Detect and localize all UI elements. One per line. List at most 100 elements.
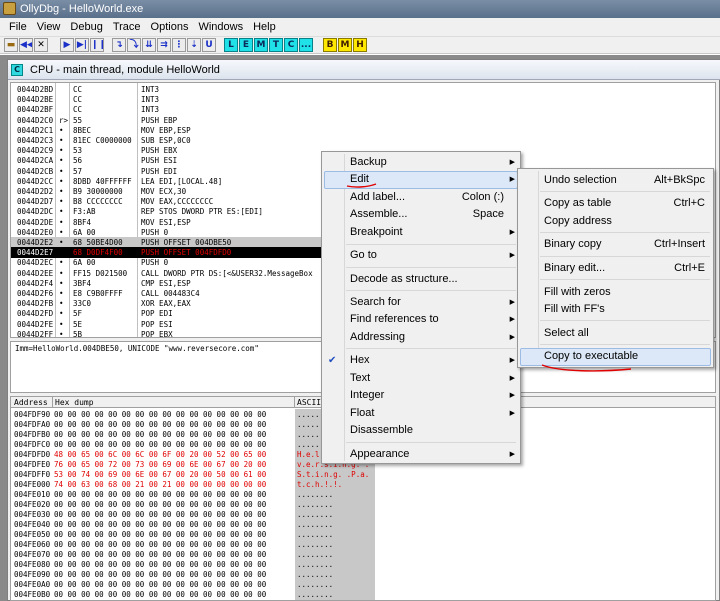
- menu-debug[interactable]: Debug: [65, 18, 107, 37]
- context-menu-item-disassemble[interactable]: Disassemble: [322, 422, 520, 439]
- close-icon[interactable]: ✕: [34, 38, 48, 52]
- run-icon[interactable]: ▶: [60, 38, 74, 52]
- edit-submenu-item-fill-with-zeros[interactable]: Fill with zeros: [518, 284, 713, 301]
- edit-submenu-item-fill-with-ff-s[interactable]: Fill with FF's: [518, 301, 713, 318]
- patches-window-button[interactable]: ...: [299, 38, 313, 52]
- step-over-icon[interactable]: ⤵: [127, 38, 141, 52]
- dump-row[interactable]: 004FE020 00 00 00 00 00 00 00 00 00 00 00…: [11, 500, 715, 510]
- dump-hex-cell: 74 00 63 00 68 00 21 00 21 00 00 00 00 0…: [54, 480, 267, 489]
- dump-row[interactable]: 004FE080 00 00 00 00 00 00 00 00 00 00 00…: [11, 560, 715, 570]
- edit-submenu-item-binary-copy[interactable]: Binary copy Ctrl+Insert: [518, 236, 713, 253]
- trace-over-icon[interactable]: ⇣: [187, 38, 201, 52]
- context-menu-item-decode-as-structure[interactable]: Decode as structure...: [322, 271, 520, 288]
- execute-till-return-icon[interactable]: U: [202, 38, 216, 52]
- hardware-breakpoints-button[interactable]: H: [353, 38, 367, 52]
- dump-row[interactable]: 004FE040 00 00 00 00 00 00 00 00 00 00 00…: [11, 520, 715, 530]
- edit-submenu-item-binary-edit[interactable]: Binary edit... Ctrl+E: [518, 260, 713, 277]
- step-into-icon[interactable]: ↴: [112, 38, 126, 52]
- context-menu-item-integer[interactable]: Integer ▶: [322, 387, 520, 404]
- rewind-icon[interactable]: ◀◀: [19, 38, 33, 52]
- menu-item-label: Hex: [350, 354, 370, 366]
- hex-cell: 5B: [73, 329, 83, 338]
- cpu-window-icon: C: [11, 64, 23, 76]
- open-file-icon[interactable]: ▬: [4, 38, 18, 52]
- context-menu-item-breakpoint[interactable]: Breakpoint ▶: [322, 224, 520, 241]
- animate-over-icon[interactable]: ⇉: [157, 38, 171, 52]
- context-menu-item-float[interactable]: Float ▶: [322, 405, 520, 422]
- edit-submenu-item-copy-to-executable[interactable]: Copy to executable: [518, 348, 713, 365]
- menu-item-label: Appearance: [350, 448, 410, 460]
- menu-item-label: Edit: [350, 173, 369, 185]
- context-menu-item-assemble[interactable]: Assemble... Space: [322, 206, 520, 223]
- dump-row[interactable]: 004FE0B0 00 00 00 00 00 00 00 00 00 00 00…: [11, 590, 715, 600]
- context-menu-item-go-to[interactable]: Go to ▶: [322, 247, 520, 264]
- submenu-arrow-icon: ▶: [509, 334, 515, 341]
- dump-hex-cell: 00 00 00 00 00 00 00 00 00 00 00 00 00 0…: [54, 590, 267, 599]
- dump-row[interactable]: 004FE030 00 00 00 00 00 00 00 00 00 00 00…: [11, 510, 715, 520]
- menu-item-label: Copy address: [544, 215, 612, 227]
- dump-address-cell: 004FE040: [14, 520, 51, 529]
- dump-row[interactable]: 004FDFF0 53 00 74 00 69 00 6E 00 67 00 20…: [11, 470, 715, 480]
- dump-ascii-cell: ........: [297, 540, 334, 549]
- title-bar: OllyDbg - HelloWorld.exe: [0, 0, 720, 18]
- dump-row[interactable]: 004FE050 00 00 00 00 00 00 00 00 00 00 00…: [11, 530, 715, 540]
- edit-submenu-item-select-all[interactable]: Select all: [518, 325, 713, 342]
- context-menu-item-search-for[interactable]: Search for ▶: [322, 294, 520, 311]
- dump-hex-cell: 00 00 00 00 00 00 00 00 00 00 00 00 00 0…: [54, 440, 267, 449]
- dump-ascii-cell: ........: [297, 550, 334, 559]
- edit-submenu-item-copy-as-table[interactable]: Copy as table Ctrl+C: [518, 195, 713, 212]
- context-menu-item-appearance[interactable]: Appearance ▶: [322, 446, 520, 463]
- dump-hex-cell: 00 00 00 00 00 00 00 00 00 00 00 00 00 0…: [54, 420, 267, 429]
- ascii-column-header[interactable]: ASCII: [297, 397, 321, 408]
- dump-hex-cell: 00 00 00 00 00 00 00 00 00 00 00 00 00 0…: [54, 520, 267, 529]
- context-menu-item-hex[interactable]: ✔ Hex ▶: [322, 352, 520, 369]
- cpu-window-button[interactable]: C: [284, 38, 298, 52]
- dump-address-cell: 004FE010: [14, 490, 51, 499]
- dump-hex-cell: 00 00 00 00 00 00 00 00 00 00 00 00 00 0…: [54, 550, 267, 559]
- run-thread-icon[interactable]: ▶|: [75, 38, 89, 52]
- context-menu-item-addressing[interactable]: Addressing ▶: [322, 329, 520, 346]
- hex-column-header[interactable]: Hex dump: [55, 397, 94, 408]
- context-menu-item-edit[interactable]: Edit ▶: [322, 171, 520, 188]
- dump-address-cell: 004FE030: [14, 510, 51, 519]
- dump-ascii-cell: ........: [297, 520, 334, 529]
- edit-submenu-item-copy-address[interactable]: Copy address: [518, 213, 713, 230]
- memory-window-button[interactable]: M: [254, 38, 268, 52]
- menu-view[interactable]: View: [32, 18, 66, 37]
- modules-window-button[interactable]: E: [239, 38, 253, 52]
- dump-row[interactable]: 004FE0A0 00 00 00 00 00 00 00 00 00 00 00…: [11, 580, 715, 590]
- pause-icon[interactable]: ❙❙: [90, 38, 104, 52]
- dump-address-cell: 004FDFE0: [14, 460, 51, 469]
- menu-help[interactable]: Help: [248, 18, 281, 37]
- menu-item-label: Copy to executable: [544, 350, 639, 362]
- dump-row[interactable]: 004FE070 00 00 00 00 00 00 00 00 00 00 00…: [11, 550, 715, 560]
- dump-ascii-cell: ........: [297, 490, 334, 499]
- dump-row[interactable]: 004FE060 00 00 00 00 00 00 00 00 00 00 00…: [11, 540, 715, 550]
- context-menu-item-backup[interactable]: Backup ▶: [322, 154, 520, 171]
- context-menu-item-find-references-to[interactable]: Find references to ▶: [322, 311, 520, 328]
- menu-file[interactable]: File: [4, 18, 32, 37]
- dump-address-cell: 004FE080: [14, 560, 51, 569]
- submenu-arrow-icon: ▶: [509, 316, 515, 323]
- threads-window-button[interactable]: T: [269, 38, 283, 52]
- menu-windows[interactable]: Windows: [193, 18, 248, 37]
- dump-row[interactable]: 004FE000 74 00 63 00 68 00 21 00 21 00 00…: [11, 480, 715, 490]
- dump-row[interactable]: 004FE090 00 00 00 00 00 00 00 00 00 00 00…: [11, 570, 715, 580]
- context-menu-item-text[interactable]: Text ▶: [322, 370, 520, 387]
- memory-breakpoints-button[interactable]: M: [338, 38, 352, 52]
- log-window-button[interactable]: L: [224, 38, 238, 52]
- submenu-arrow-icon: ▶: [509, 252, 515, 259]
- cpu-window-titlebar[interactable]: C CPU - main thread, module HelloWorld: [8, 60, 720, 80]
- breakpoints-window-button[interactable]: B: [323, 38, 337, 52]
- shortcut-label: Ctrl+C: [673, 197, 705, 209]
- context-menu-item-add-label[interactable]: Add label... Colon (:): [322, 189, 520, 206]
- dump-row[interactable]: 004FE010 00 00 00 00 00 00 00 00 00 00 00…: [11, 490, 715, 500]
- trace-into-icon[interactable]: ⋮: [172, 38, 186, 52]
- menu-trace[interactable]: Trace: [108, 18, 146, 37]
- menu-options[interactable]: Options: [146, 18, 194, 37]
- animate-into-icon[interactable]: ⇊: [142, 38, 156, 52]
- dump-address-cell: 004FDFC0: [14, 440, 51, 449]
- address-column-header[interactable]: Address: [14, 397, 48, 408]
- edit-submenu-item-undo-selection[interactable]: Undo selection Alt+BkSpc: [518, 172, 713, 189]
- menu-item-label: Go to: [350, 249, 377, 261]
